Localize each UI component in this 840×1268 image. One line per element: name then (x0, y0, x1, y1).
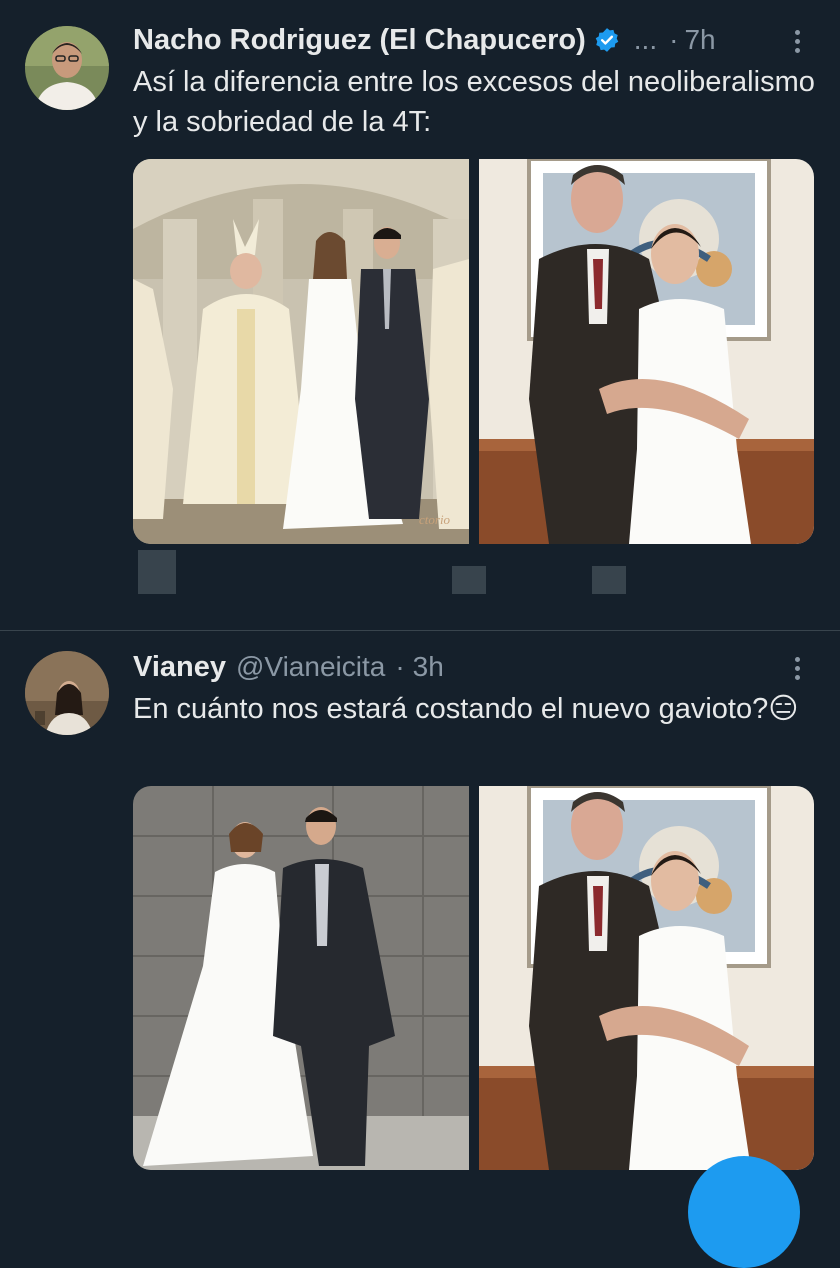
photo-couple-embrace[interactable] (478, 159, 815, 544)
tweet-header: Vianey @Vianeicita · 3h (133, 647, 444, 687)
timestamp[interactable]: 7h (684, 24, 715, 56)
author-name[interactable]: Vianey (133, 651, 226, 684)
media-grid[interactable]: ctorio (133, 159, 814, 544)
photo-watermark: ctorio (419, 512, 451, 527)
author-name[interactable]: Nacho Rodriguez (El Chapucero) (133, 24, 586, 57)
avatar[interactable] (25, 651, 109, 735)
glitch-block (452, 566, 486, 594)
separator-dot: · (395, 651, 405, 682)
verified-badge-icon (594, 27, 620, 53)
tweet-header: Nacho Rodriguez (El Chapucero) ... · 7h (133, 20, 716, 60)
avatar[interactable] (25, 26, 109, 110)
photo-wedding-church[interactable]: ctorio (133, 159, 469, 544)
photo-wedding-exit[interactable] (133, 786, 469, 1170)
author-handle[interactable]: ... (634, 24, 657, 56)
media-grid[interactable] (133, 786, 814, 1170)
author-handle[interactable]: @Vianeicita (236, 651, 385, 683)
more-options-icon[interactable] (782, 26, 812, 56)
photo-couple-embrace[interactable] (478, 786, 815, 1170)
compose-icon[interactable] (688, 1156, 800, 1268)
tweet-text: Así la diferencia entre los excesos del … (133, 66, 815, 138)
separator-dot: · (669, 24, 679, 55)
tweet-text: En cuánto nos estará costando el nuevo g… (133, 693, 799, 725)
glitch-block (138, 550, 176, 594)
more-options-icon[interactable] (782, 653, 812, 683)
tweet-2[interactable]: Vianey @Vianeicita · 3h En cuánto nos es… (0, 631, 840, 1200)
glitch-block (592, 566, 626, 594)
timestamp[interactable]: 3h (413, 651, 444, 683)
tweet-1[interactable]: Nacho Rodriguez (El Chapucero) ... · 7h … (0, 0, 840, 630)
